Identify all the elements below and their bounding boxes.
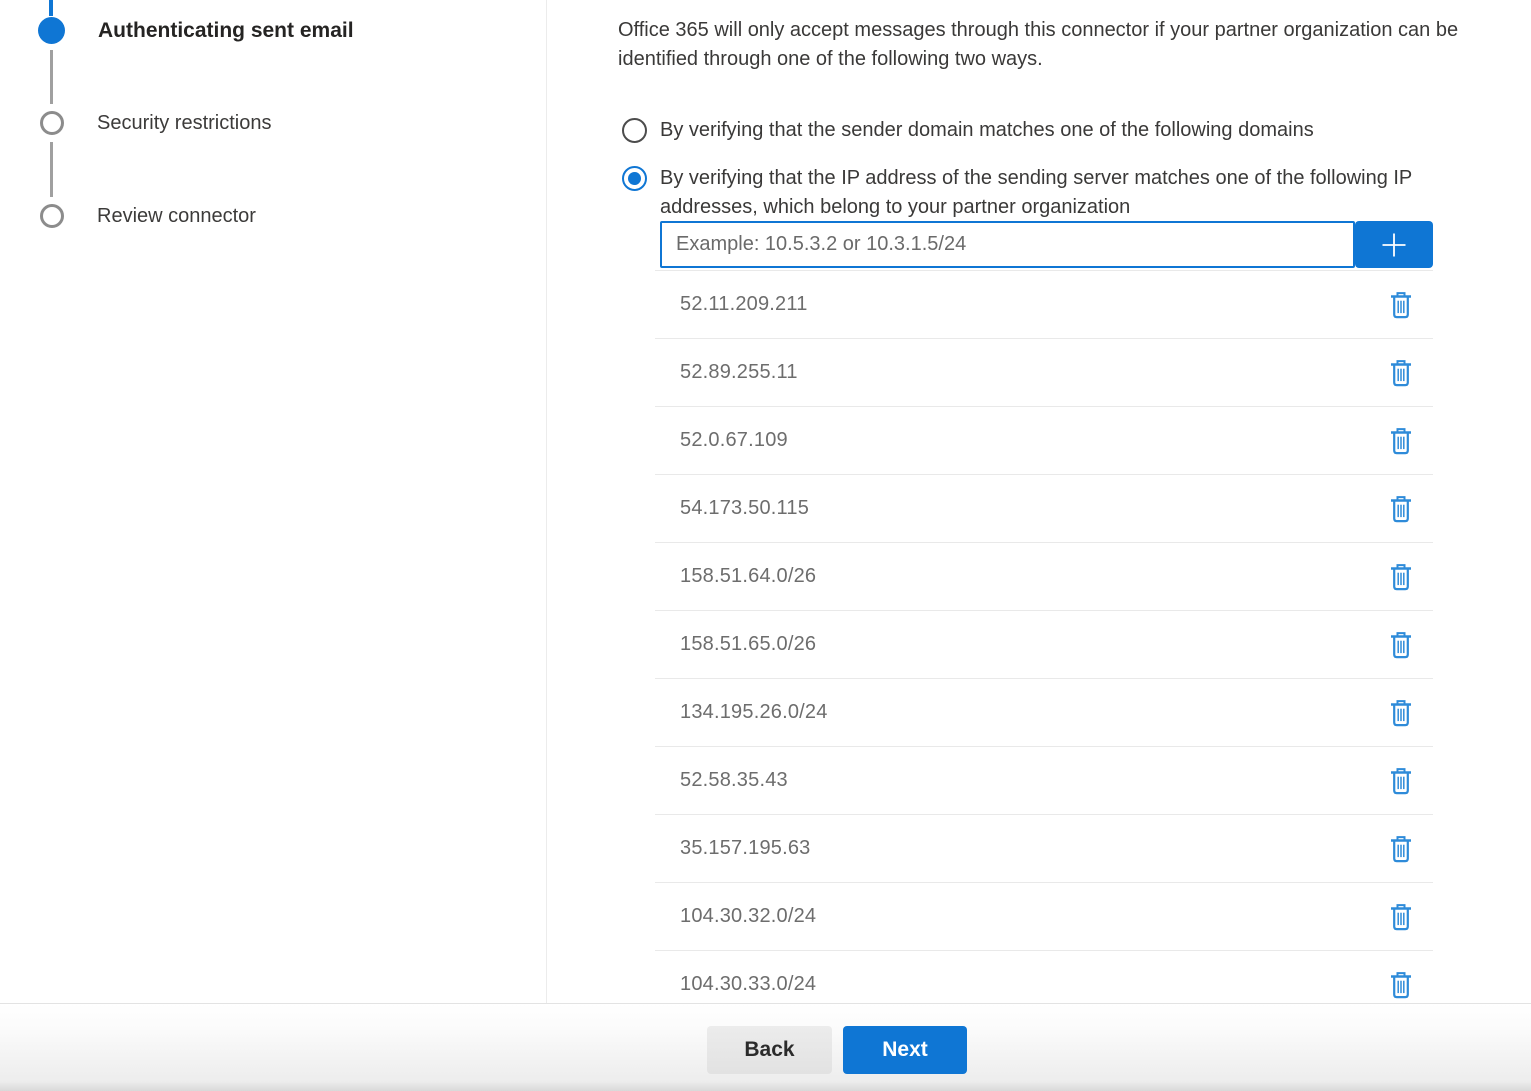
delete-ip-button[interactable] [1387, 492, 1415, 525]
step-upcoming-indicator-icon [40, 204, 64, 228]
radio-unselected-icon[interactable] [622, 118, 647, 143]
trash-icon [1390, 699, 1412, 726]
option-verify-sender-domain[interactable]: By verifying that the sender domain matc… [622, 116, 1314, 145]
step-connector-line [50, 142, 53, 197]
next-button[interactable]: Next [843, 1026, 967, 1074]
plus-icon [1378, 229, 1410, 261]
delete-ip-button[interactable] [1387, 832, 1415, 865]
ip-list-item: 35.157.195.63 [655, 814, 1433, 882]
ip-list-item: 52.89.255.11 [655, 338, 1433, 406]
ip-address-value: 54.173.50.115 [680, 497, 809, 520]
ip-address-input[interactable] [660, 221, 1355, 268]
delete-ip-button[interactable] [1387, 560, 1415, 593]
ip-address-value: 52.11.209.211 [680, 293, 808, 316]
trash-icon [1390, 631, 1412, 658]
sidebar-content-divider [546, 0, 547, 1003]
delete-ip-button[interactable] [1387, 696, 1415, 729]
step-connector-line-top [49, 0, 53, 16]
ip-list-item: 134.195.26.0/24 [655, 678, 1433, 746]
ip-address-value: 104.30.32.0/24 [680, 905, 816, 928]
step-review-connector: Review connector [40, 204, 256, 228]
trash-icon [1390, 835, 1412, 862]
step-authenticating-sent-email: Authenticating sent email [38, 17, 354, 44]
trash-icon [1390, 903, 1412, 930]
ip-address-value: 35.157.195.63 [680, 837, 811, 860]
ip-address-value: 52.58.35.43 [680, 769, 788, 792]
new-connector-wizard: Authenticating sent email Security restr… [0, 0, 1531, 1091]
delete-ip-button[interactable] [1387, 356, 1415, 389]
option-label[interactable]: By verifying that the IP address of the … [660, 164, 1505, 222]
step-label: Review connector [97, 205, 256, 228]
step-upcoming-indicator-icon [40, 111, 64, 135]
step-connector-line [50, 50, 53, 104]
ip-address-value: 104.30.33.0/24 [680, 973, 816, 996]
option-label[interactable]: By verifying that the sender domain matc… [660, 116, 1314, 145]
ip-address-value: 52.89.255.11 [680, 361, 798, 384]
trash-icon [1390, 359, 1412, 386]
back-button[interactable]: Back [707, 1026, 832, 1074]
delete-ip-button[interactable] [1387, 900, 1415, 933]
trash-icon [1390, 495, 1412, 522]
ip-list-item: 104.30.33.0/24 [655, 950, 1433, 1003]
ip-list-item: 52.11.209.211 [655, 270, 1433, 338]
delete-ip-button[interactable] [1387, 968, 1415, 1001]
ip-list-item: 158.51.65.0/26 [655, 610, 1433, 678]
delete-ip-button[interactable] [1387, 288, 1415, 321]
radio-selected-icon[interactable] [622, 166, 647, 191]
trash-icon [1390, 971, 1412, 998]
trash-icon [1390, 563, 1412, 590]
step-label: Security restrictions [97, 112, 272, 135]
delete-ip-button[interactable] [1387, 764, 1415, 797]
trash-icon [1390, 767, 1412, 794]
ip-list-item: 52.0.67.109 [655, 406, 1433, 474]
delete-ip-button[interactable] [1387, 424, 1415, 457]
add-ip-button[interactable] [1355, 221, 1433, 268]
ip-list-item: 52.58.35.43 [655, 746, 1433, 814]
ip-address-value: 158.51.65.0/26 [680, 633, 816, 656]
ip-list-item: 54.173.50.115 [655, 474, 1433, 542]
ip-address-value: 134.195.26.0/24 [680, 701, 828, 724]
ip-list-item: 104.30.32.0/24 [655, 882, 1433, 950]
option-verify-ip-address[interactable]: By verifying that the IP address of the … [622, 164, 1505, 222]
intro-text: Office 365 will only accept messages thr… [618, 16, 1531, 74]
ip-address-list: 52.11.209.211 52.89.255.11 [655, 270, 1433, 1003]
step-security-restrictions: Security restrictions [40, 111, 272, 135]
step-label: Authenticating sent email [98, 19, 354, 43]
trash-icon [1390, 427, 1412, 454]
trash-icon [1390, 291, 1412, 318]
ip-address-value: 52.0.67.109 [680, 429, 788, 452]
step-active-indicator-icon [38, 17, 65, 44]
wizard-footer: Back Next [0, 1003, 1531, 1091]
delete-ip-button[interactable] [1387, 628, 1415, 661]
ip-list-item: 158.51.64.0/26 [655, 542, 1433, 610]
ip-address-value: 158.51.64.0/26 [680, 565, 816, 588]
